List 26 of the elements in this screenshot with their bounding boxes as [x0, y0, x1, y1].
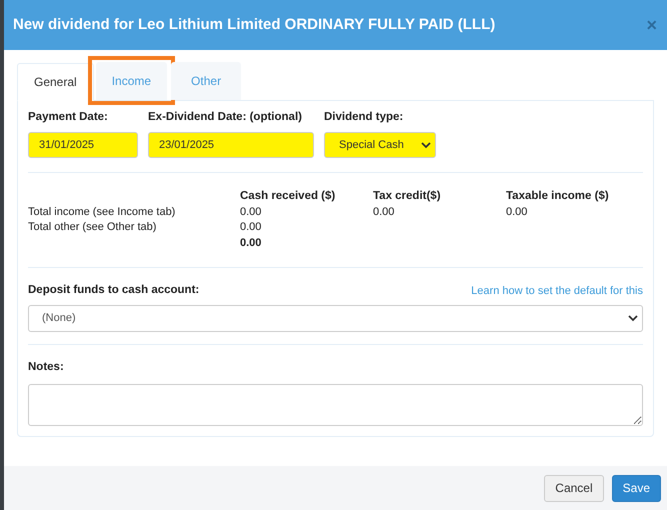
tab[interactable]: General	[17, 63, 94, 101]
field-label: Payment Date:	[28, 110, 109, 125]
dividend-type-select[interactable]: Special Cash	[324, 132, 436, 158]
column-header: Cash received ($)	[240, 189, 336, 204]
field-label: Ex-Dividend Date: (optional)	[148, 110, 303, 125]
table-cell-text: 0.00	[506, 205, 528, 220]
field-label: Dividend type:	[324, 110, 404, 125]
row-label: Total income (see Income tab)	[28, 205, 176, 220]
date-field[interactable]: 31/01/2025	[28, 132, 138, 158]
table-cell-text: 0.00	[373, 205, 396, 220]
cash-account-select[interactable]: (None)	[28, 304, 643, 332]
date-field[interactable]: 23/01/2025	[148, 132, 314, 158]
chevron-down-icon	[421, 142, 431, 149]
table-cell-text: 0.00	[240, 220, 262, 236]
dialog-title: New dividend for Leo Lithium Limited ORDINARY FULLY PAID (LLL)	[13, 14, 496, 35]
column-header: Taxable income ($)	[506, 189, 610, 204]
field-label: Notes:	[28, 360, 65, 374]
row-label: Total other (see Other tab)	[28, 220, 158, 236]
notes-field[interactable]	[28, 384, 643, 426]
total-value: 0.00	[240, 236, 262, 252]
column-header: Tax credit($)	[373, 189, 442, 204]
table-cell-text: 0.00	[240, 205, 262, 220]
chevron-down-icon	[628, 314, 638, 322]
cancel-button[interactable]: Cancel	[544, 474, 604, 502]
save-button[interactable]: Save	[612, 474, 661, 502]
field-label: Deposit funds to cash account:	[28, 283, 200, 298]
